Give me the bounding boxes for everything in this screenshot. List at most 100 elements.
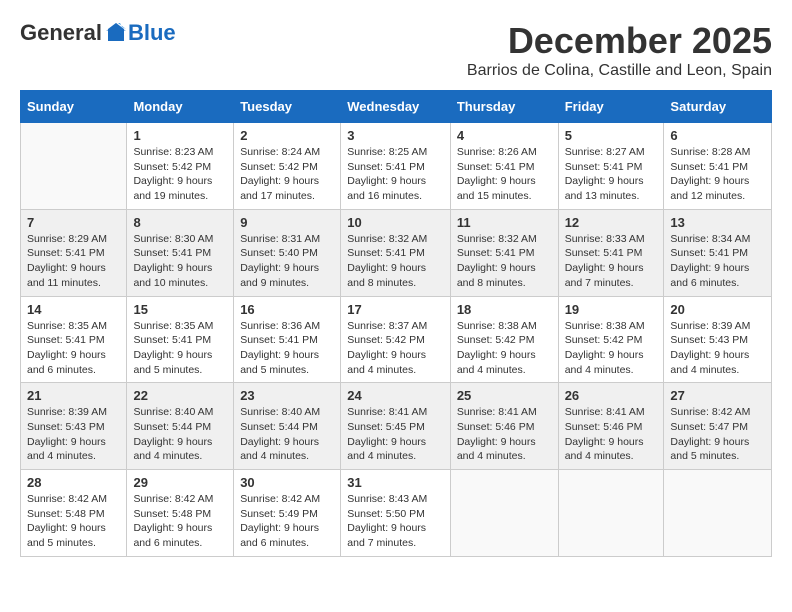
logo-blue-text: Blue bbox=[128, 20, 176, 46]
calendar-day-cell: 28 Sunrise: 8:42 AMSunset: 5:48 PMDayligh… bbox=[21, 470, 127, 557]
calendar-day-cell: 14 Sunrise: 8:35 AMSunset: 5:41 PMDayligh… bbox=[21, 296, 127, 383]
day-number: 25 bbox=[457, 388, 552, 403]
day-number: 13 bbox=[670, 215, 765, 230]
day-info: Sunrise: 8:43 AMSunset: 5:50 PMDaylight:… bbox=[347, 492, 444, 551]
calendar-day-cell: 10 Sunrise: 8:32 AMSunset: 5:41 PMDayligh… bbox=[341, 209, 451, 296]
day-number: 5 bbox=[565, 128, 658, 143]
day-number: 15 bbox=[133, 302, 227, 317]
day-info: Sunrise: 8:35 AMSunset: 5:41 PMDaylight:… bbox=[27, 319, 120, 378]
day-number: 9 bbox=[240, 215, 334, 230]
calendar-day-cell: 24 Sunrise: 8:41 AMSunset: 5:45 PMDayligh… bbox=[341, 383, 451, 470]
day-number: 2 bbox=[240, 128, 334, 143]
day-info: Sunrise: 8:39 AMSunset: 5:43 PMDaylight:… bbox=[670, 319, 765, 378]
day-header-saturday: Saturday bbox=[664, 91, 772, 123]
day-number: 16 bbox=[240, 302, 334, 317]
day-number: 22 bbox=[133, 388, 227, 403]
calendar-day-cell: 17 Sunrise: 8:37 AMSunset: 5:42 PMDayligh… bbox=[341, 296, 451, 383]
day-info: Sunrise: 8:34 AMSunset: 5:41 PMDaylight:… bbox=[670, 232, 765, 291]
calendar-day-cell: 7 Sunrise: 8:29 AMSunset: 5:41 PMDaylight… bbox=[21, 209, 127, 296]
calendar-day-cell: 22 Sunrise: 8:40 AMSunset: 5:44 PMDayligh… bbox=[127, 383, 234, 470]
title-area: December 2025 Barrios de Colina, Castill… bbox=[467, 20, 772, 80]
day-number: 14 bbox=[27, 302, 120, 317]
calendar-day-cell: 27 Sunrise: 8:42 AMSunset: 5:47 PMDayligh… bbox=[664, 383, 772, 470]
day-number: 4 bbox=[457, 128, 552, 143]
calendar-day-cell: 9 Sunrise: 8:31 AMSunset: 5:40 PMDaylight… bbox=[234, 209, 341, 296]
day-header-wednesday: Wednesday bbox=[341, 91, 451, 123]
location-title: Barrios de Colina, Castille and Leon, Sp… bbox=[467, 62, 772, 80]
day-info: Sunrise: 8:36 AMSunset: 5:41 PMDaylight:… bbox=[240, 319, 334, 378]
calendar-day-cell: 12Sunrise: 8:33 AMSunset: 5:41 PMDayligh… bbox=[558, 209, 664, 296]
logo: General Blue bbox=[20, 20, 176, 46]
calendar-week-row: 14 Sunrise: 8:35 AMSunset: 5:41 PMDayligh… bbox=[21, 296, 772, 383]
day-info: Sunrise: 8:30 AMSunset: 5:41 PMDaylight:… bbox=[133, 232, 227, 291]
calendar-day-cell: 19Sunrise: 8:38 AMSunset: 5:42 PMDayligh… bbox=[558, 296, 664, 383]
day-info: Sunrise: 8:32 AMSunset: 5:41 PMDaylight:… bbox=[347, 232, 444, 291]
calendar-day-cell: 31 Sunrise: 8:43 AMSunset: 5:50 PMDayligh… bbox=[341, 470, 451, 557]
calendar-day-cell: 18 Sunrise: 8:38 AMSunset: 5:42 PMDayligh… bbox=[450, 296, 558, 383]
calendar-day-cell: 20Sunrise: 8:39 AMSunset: 5:43 PMDayligh… bbox=[664, 296, 772, 383]
day-info: Sunrise: 8:42 AMSunset: 5:48 PMDaylight:… bbox=[27, 492, 120, 551]
calendar-week-row: 1Sunrise: 8:23 AMSunset: 5:42 PMDaylight… bbox=[21, 123, 772, 210]
day-info: Sunrise: 8:32 AMSunset: 5:41 PMDaylight:… bbox=[457, 232, 552, 291]
calendar-day-cell: 6Sunrise: 8:28 AMSunset: 5:41 PMDaylight… bbox=[664, 123, 772, 210]
day-info: Sunrise: 8:40 AMSunset: 5:44 PMDaylight:… bbox=[133, 405, 227, 464]
day-number: 1 bbox=[133, 128, 227, 143]
calendar-day-cell: 2 Sunrise: 8:24 AMSunset: 5:42 PMDaylight… bbox=[234, 123, 341, 210]
day-info: Sunrise: 8:41 AMSunset: 5:45 PMDaylight:… bbox=[347, 405, 444, 464]
day-number: 28 bbox=[27, 475, 120, 490]
calendar-day-cell: 4 Sunrise: 8:26 AMSunset: 5:41 PMDaylight… bbox=[450, 123, 558, 210]
day-info: Sunrise: 8:42 AMSunset: 5:48 PMDaylight:… bbox=[133, 492, 227, 551]
day-number: 31 bbox=[347, 475, 444, 490]
day-number: 12 bbox=[565, 215, 658, 230]
day-info: Sunrise: 8:37 AMSunset: 5:42 PMDaylight:… bbox=[347, 319, 444, 378]
day-number: 7 bbox=[27, 215, 120, 230]
day-number: 26 bbox=[565, 388, 658, 403]
logo-icon bbox=[104, 21, 128, 45]
header: General Blue December 2025 Barrios de Co… bbox=[20, 20, 772, 80]
day-header-monday: Monday bbox=[127, 91, 234, 123]
day-info: Sunrise: 8:31 AMSunset: 5:40 PMDaylight:… bbox=[240, 232, 334, 291]
day-info: Sunrise: 8:42 AMSunset: 5:47 PMDaylight:… bbox=[670, 405, 765, 464]
day-info: Sunrise: 8:41 AMSunset: 5:46 PMDaylight:… bbox=[565, 405, 658, 464]
day-number: 29 bbox=[133, 475, 227, 490]
calendar-header-row: SundayMondayTuesdayWednesdayThursdayFrid… bbox=[21, 91, 772, 123]
day-header-tuesday: Tuesday bbox=[234, 91, 341, 123]
day-info: Sunrise: 8:27 AMSunset: 5:41 PMDaylight:… bbox=[565, 145, 658, 204]
calendar-day-cell bbox=[21, 123, 127, 210]
day-number: 17 bbox=[347, 302, 444, 317]
day-number: 21 bbox=[27, 388, 120, 403]
day-info: Sunrise: 8:38 AMSunset: 5:42 PMDaylight:… bbox=[565, 319, 658, 378]
day-header-friday: Friday bbox=[558, 91, 664, 123]
calendar-day-cell: 21Sunrise: 8:39 AMSunset: 5:43 PMDayligh… bbox=[21, 383, 127, 470]
calendar-day-cell: 5 Sunrise: 8:27 AMSunset: 5:41 PMDaylight… bbox=[558, 123, 664, 210]
day-number: 3 bbox=[347, 128, 444, 143]
calendar-day-cell bbox=[450, 470, 558, 557]
day-info: Sunrise: 8:26 AMSunset: 5:41 PMDaylight:… bbox=[457, 145, 552, 204]
calendar-day-cell: 13 Sunrise: 8:34 AMSunset: 5:41 PMDayligh… bbox=[664, 209, 772, 296]
day-number: 10 bbox=[347, 215, 444, 230]
calendar-day-cell bbox=[558, 470, 664, 557]
day-number: 27 bbox=[670, 388, 765, 403]
day-info: Sunrise: 8:25 AMSunset: 5:41 PMDaylight:… bbox=[347, 145, 444, 204]
day-info: Sunrise: 8:38 AMSunset: 5:42 PMDaylight:… bbox=[457, 319, 552, 378]
calendar-day-cell: 26 Sunrise: 8:41 AMSunset: 5:46 PMDayligh… bbox=[558, 383, 664, 470]
calendar-day-cell: 1Sunrise: 8:23 AMSunset: 5:42 PMDaylight… bbox=[127, 123, 234, 210]
calendar-day-cell: 3 Sunrise: 8:25 AMSunset: 5:41 PMDaylight… bbox=[341, 123, 451, 210]
day-info: Sunrise: 8:24 AMSunset: 5:42 PMDaylight:… bbox=[240, 145, 334, 204]
day-number: 18 bbox=[457, 302, 552, 317]
calendar-day-cell: 11Sunrise: 8:32 AMSunset: 5:41 PMDayligh… bbox=[450, 209, 558, 296]
calendar-week-row: 7 Sunrise: 8:29 AMSunset: 5:41 PMDaylight… bbox=[21, 209, 772, 296]
day-info: Sunrise: 8:42 AMSunset: 5:49 PMDaylight:… bbox=[240, 492, 334, 551]
day-number: 23 bbox=[240, 388, 334, 403]
day-number: 8 bbox=[133, 215, 227, 230]
logo-general-text: General bbox=[20, 20, 102, 46]
day-header-thursday: Thursday bbox=[450, 91, 558, 123]
month-title: December 2025 bbox=[467, 20, 772, 62]
day-info: Sunrise: 8:29 AMSunset: 5:41 PMDaylight:… bbox=[27, 232, 120, 291]
day-info: Sunrise: 8:35 AMSunset: 5:41 PMDaylight:… bbox=[133, 319, 227, 378]
calendar-day-cell bbox=[664, 470, 772, 557]
calendar-week-row: 21Sunrise: 8:39 AMSunset: 5:43 PMDayligh… bbox=[21, 383, 772, 470]
calendar-day-cell: 16 Sunrise: 8:36 AMSunset: 5:41 PMDayligh… bbox=[234, 296, 341, 383]
calendar-day-cell: 15 Sunrise: 8:35 AMSunset: 5:41 PMDayligh… bbox=[127, 296, 234, 383]
day-number: 24 bbox=[347, 388, 444, 403]
